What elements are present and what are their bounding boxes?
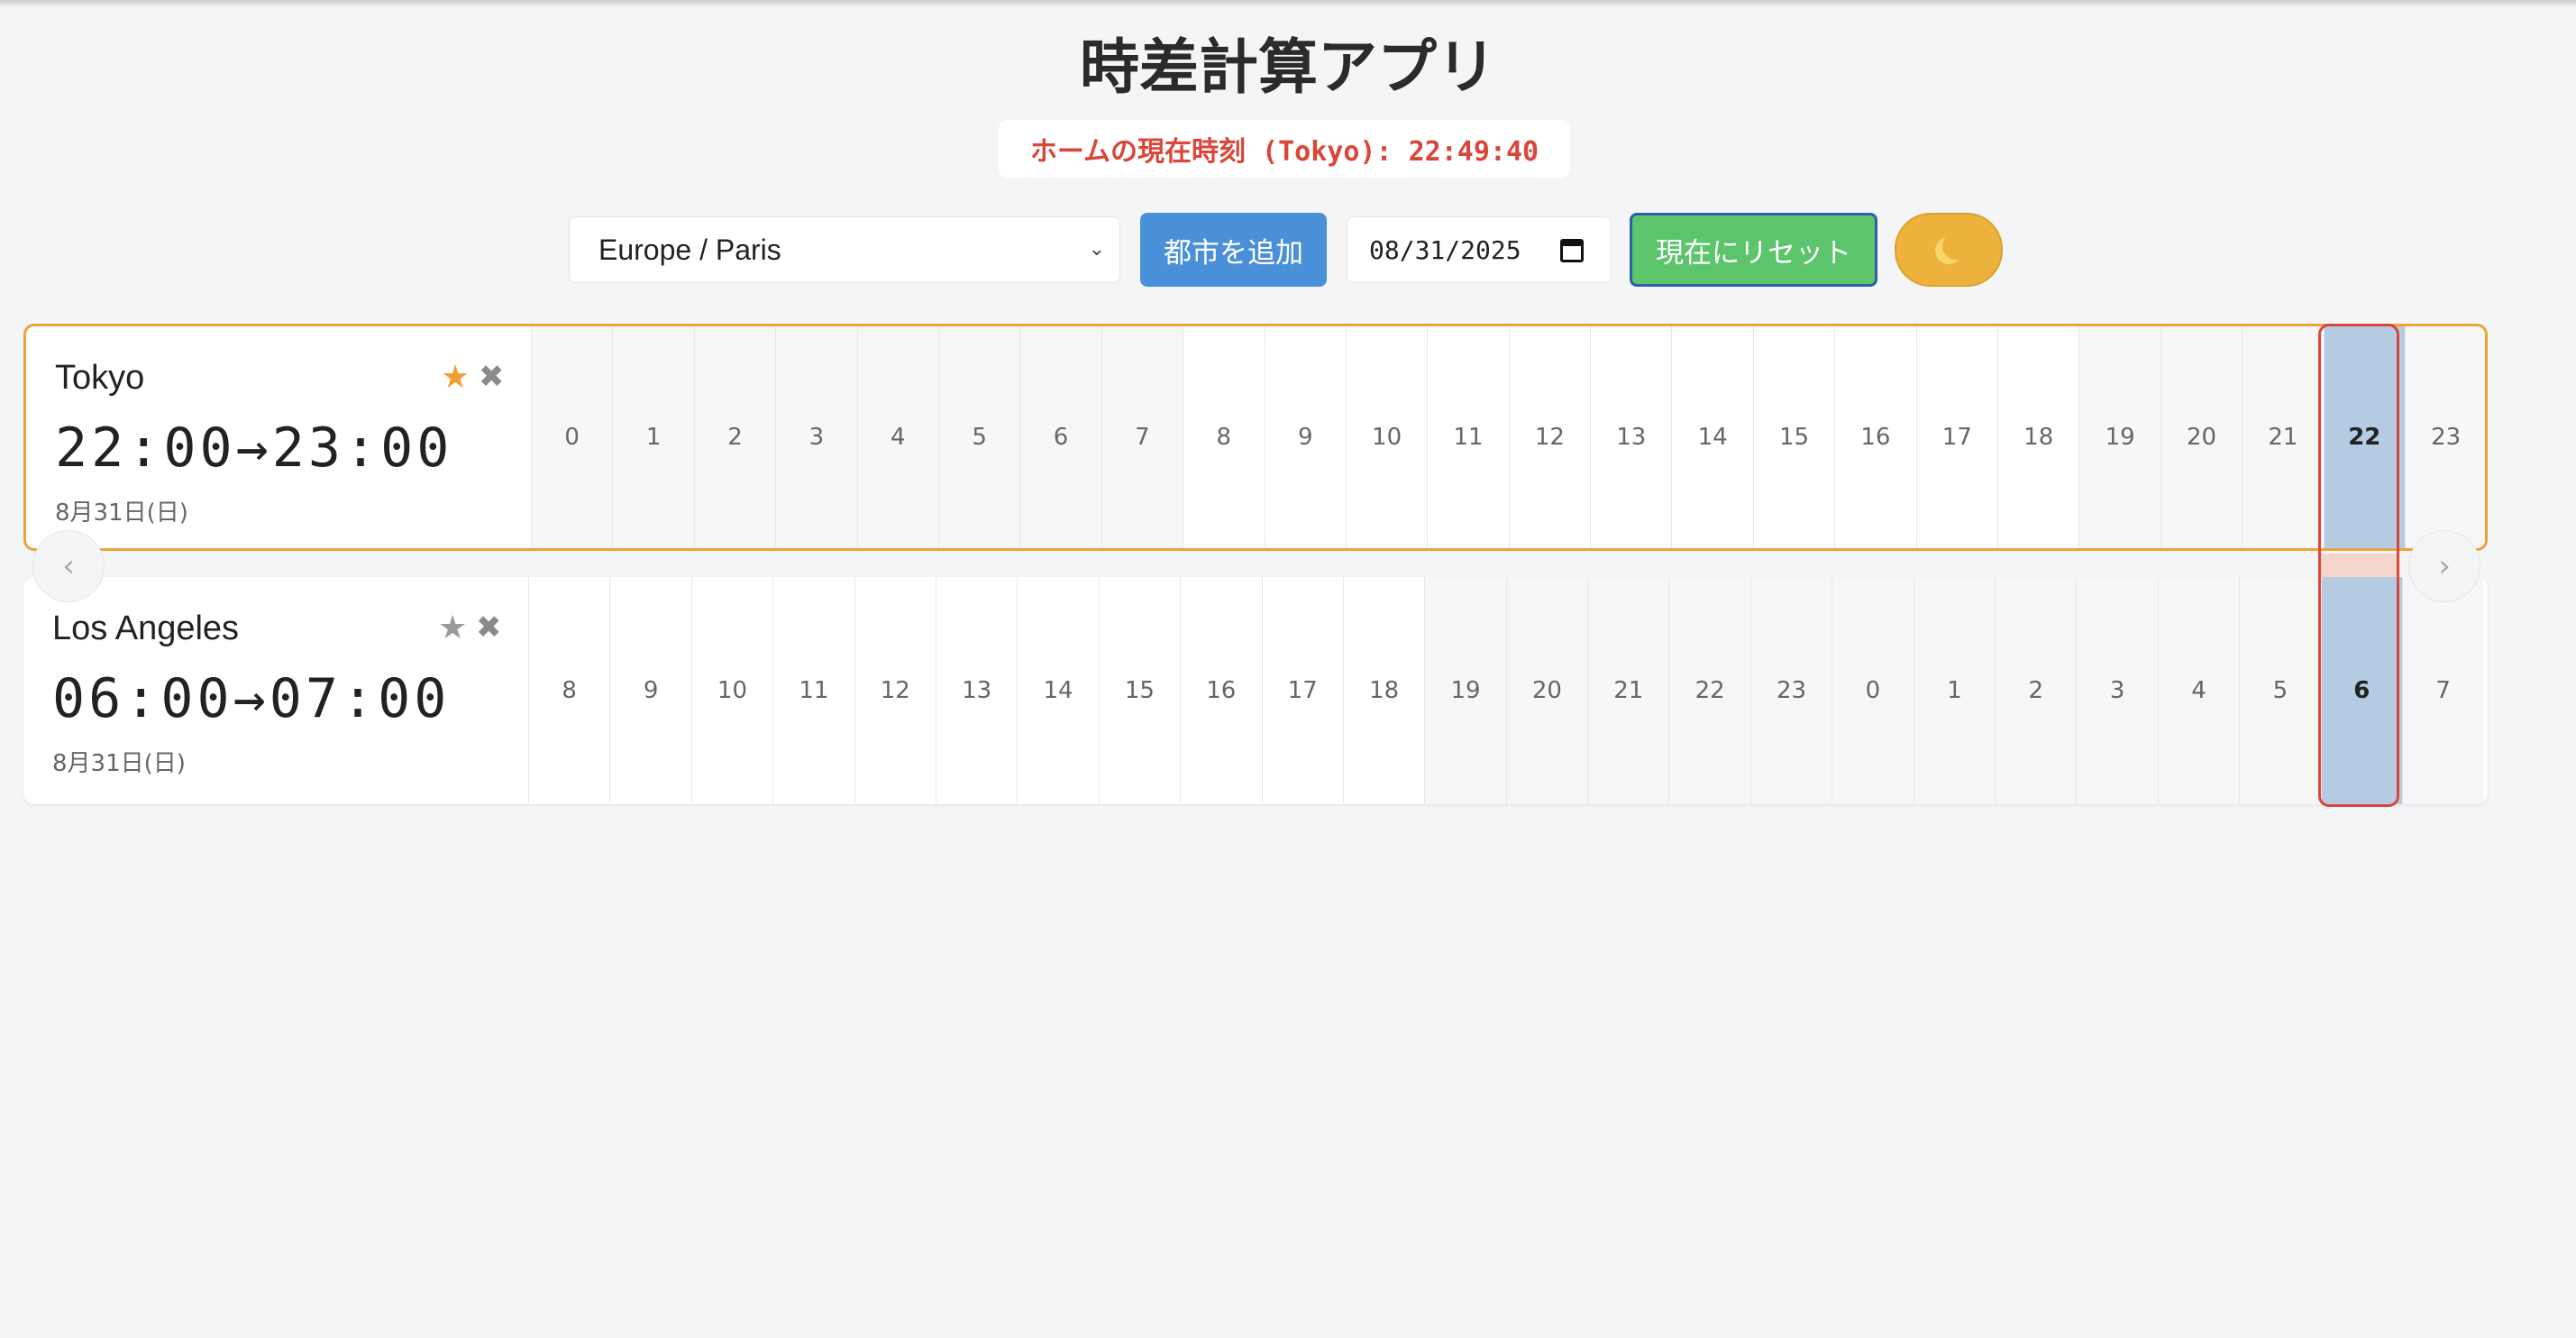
city-date: 8月31日(日) xyxy=(52,750,186,777)
favorite-star-icon[interactable]: ★ xyxy=(441,359,470,396)
toolbar: Europe / Paris ⌄ 都市を追加 08/31/2025 現在にリセッ… xyxy=(0,213,2576,290)
city-name: Tokyo xyxy=(55,359,145,397)
window-top-edge xyxy=(0,0,2576,7)
hour-cell[interactable]: 0 xyxy=(1832,577,1914,804)
hour-cell[interactable]: 0 xyxy=(531,326,613,548)
add-city-button[interactable]: 都市を追加 xyxy=(1140,213,1327,287)
hour-cell[interactable]: 1 xyxy=(612,326,694,548)
hour-cell[interactable]: 3 xyxy=(775,326,857,548)
city-row-tokyo: Tokyo ★ ✖ 22:00→23:00 8月31日(日) 012345678… xyxy=(23,324,2488,551)
calendar-icon[interactable] xyxy=(1560,239,1584,262)
city-time-range: 22:00→23:00 xyxy=(55,417,453,480)
hour-cell[interactable]: 7 xyxy=(2401,577,2484,804)
chevron-down-icon: ⌄ xyxy=(1088,237,1105,260)
hour-cell[interactable]: 12 xyxy=(1508,326,1590,548)
hour-cell[interactable]: 9 xyxy=(1264,326,1346,548)
hour-cell[interactable]: 2 xyxy=(693,326,776,548)
moon-icon xyxy=(1942,233,1969,260)
hour-cell[interactable]: 18 xyxy=(1342,577,1424,804)
remove-city-icon[interactable]: ✖ xyxy=(479,359,505,395)
hour-cell[interactable]: 4 xyxy=(856,326,938,548)
city-date: 8月31日(日) xyxy=(55,499,188,527)
hour-cell[interactable]: 20 xyxy=(1505,577,1588,804)
hour-strip: 0 1 2 3 4 5 6 7 8 9 10 11 12 13 14 15 16 17 18 19 20 21 22 23 xyxy=(531,326,2485,548)
theme-toggle-button[interactable] xyxy=(1895,213,2003,287)
hour-cell[interactable]: 7 xyxy=(1101,326,1183,548)
hour-cell[interactable]: 15 xyxy=(1752,326,1834,548)
hour-cell[interactable]: 2 xyxy=(1995,577,2077,804)
hour-cell[interactable]: 5 xyxy=(937,326,1020,548)
hour-cell[interactable]: 23 xyxy=(1749,577,1832,804)
selected-hour-connector xyxy=(2321,554,2397,577)
hour-cell[interactable]: 18 xyxy=(1997,326,2078,548)
home-current-time: ホームの現在時刻 (Tokyo): 22:49:40 xyxy=(999,120,1570,178)
hour-cell[interactable]: 22 xyxy=(1668,577,1750,804)
hour-cell[interactable]: 21 xyxy=(2242,326,2324,548)
hour-cell[interactable]: 10 xyxy=(1345,326,1427,548)
city-info: Tokyo ★ ✖ 22:00→23:00 8月31日(日) xyxy=(26,326,531,548)
hour-cell[interactable]: 6 xyxy=(1019,326,1101,548)
hour-cell[interactable]: 6 xyxy=(2320,577,2402,804)
hour-cell[interactable]: 14 xyxy=(1671,326,1752,548)
hour-cell[interactable]: 19 xyxy=(1424,577,1506,804)
hour-cell[interactable]: 11 xyxy=(1427,326,1508,548)
hour-cell[interactable]: 22 xyxy=(2323,326,2405,548)
date-input-value: 08/31/2025 xyxy=(1369,234,1521,265)
hour-cell[interactable]: 16 xyxy=(1834,326,1915,548)
hour-cell[interactable]: 17 xyxy=(1915,326,1997,548)
hour-cell[interactable]: 9 xyxy=(609,577,690,804)
hour-cell[interactable]: 8 xyxy=(1183,326,1264,548)
date-input[interactable]: 08/31/2025 xyxy=(1347,216,1612,283)
hour-cell[interactable]: 17 xyxy=(1261,577,1343,804)
hour-cell[interactable]: 14 xyxy=(1017,577,1098,804)
hour-cell[interactable]: 19 xyxy=(2078,326,2160,548)
favorite-star-icon[interactable]: ★ xyxy=(438,609,467,646)
hour-cell[interactable]: 16 xyxy=(1180,577,1261,804)
timezone-select[interactable]: Europe / Paris ⌄ xyxy=(569,216,1120,283)
scroll-left-button[interactable]: ‹ xyxy=(32,530,105,602)
timezone-select-value: Europe / Paris xyxy=(598,233,781,266)
city-name: Los Angeles xyxy=(52,609,240,647)
hour-cell[interactable]: 11 xyxy=(772,577,854,804)
scroll-right-button[interactable]: › xyxy=(2408,530,2480,602)
hour-cell[interactable]: 3 xyxy=(2076,577,2158,804)
hour-cell[interactable]: 4 xyxy=(2157,577,2240,804)
hour-cell[interactable]: 21 xyxy=(1587,577,1669,804)
reset-to-now-button[interactable]: 現在にリセット xyxy=(1630,213,1877,287)
hour-cell[interactable]: 15 xyxy=(1098,577,1180,804)
hour-strip: 8 9 10 11 12 13 14 15 16 17 18 19 20 21 22 23 0 1 2 3 4 5 6 7 xyxy=(528,577,2488,804)
hour-cell[interactable]: 13 xyxy=(935,577,1017,804)
hour-cell[interactable]: 8 xyxy=(528,577,609,804)
hour-cell[interactable]: 1 xyxy=(1913,577,1996,804)
city-info: Los Angeles ★ ✖ 06:00→07:00 8月31日(日) xyxy=(23,577,528,804)
hour-cell[interactable]: 13 xyxy=(1590,326,1671,548)
hour-cell[interactable]: 23 xyxy=(2404,326,2485,548)
page-title: 時差計算アプリ xyxy=(1080,32,1496,102)
hour-cell[interactable]: 12 xyxy=(854,577,936,804)
city-row-los-angeles: Los Angeles ★ ✖ 06:00→07:00 8月31日(日) 891… xyxy=(23,577,2488,804)
hour-cell[interactable]: 20 xyxy=(2160,326,2243,548)
hour-cell[interactable]: 10 xyxy=(690,577,772,804)
hour-cell[interactable]: 5 xyxy=(2239,577,2321,804)
remove-city-icon[interactable]: ✖ xyxy=(476,609,502,646)
city-time-range: 06:00→07:00 xyxy=(52,667,451,730)
